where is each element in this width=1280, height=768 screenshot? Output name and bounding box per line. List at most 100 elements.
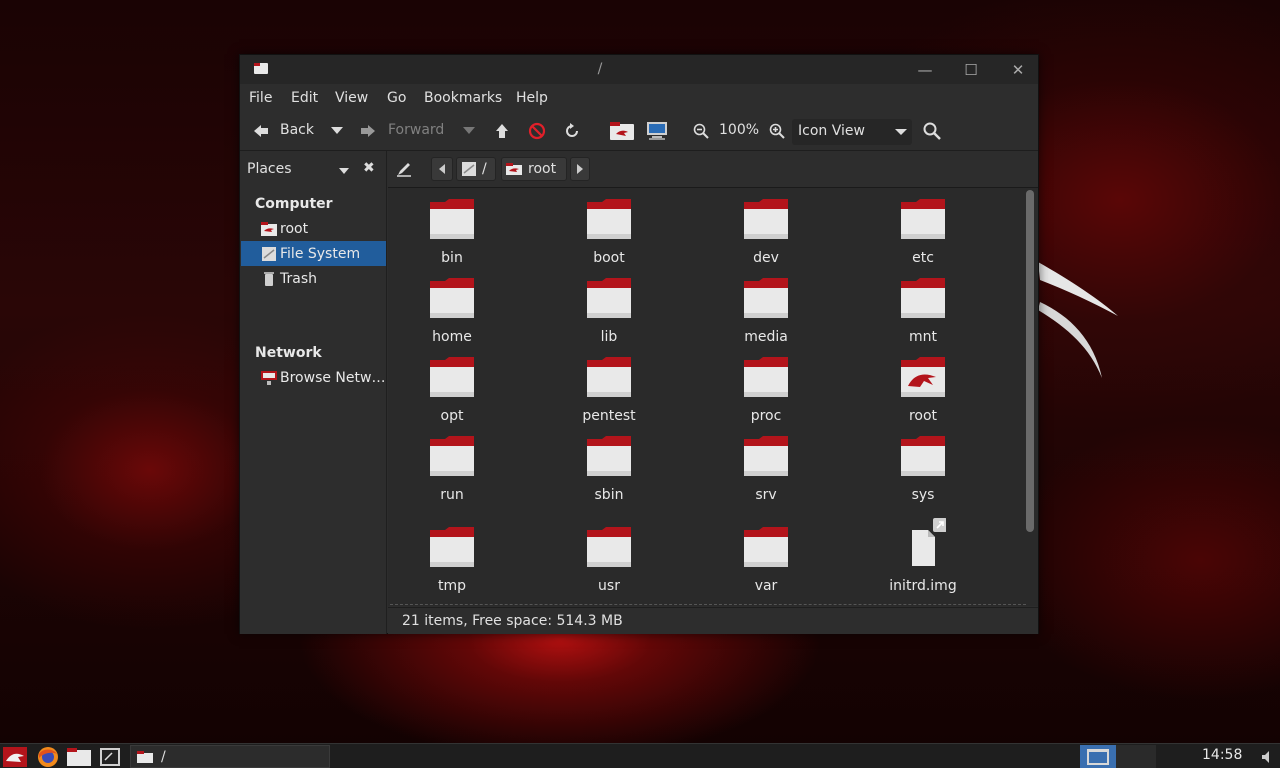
file-item-lib[interactable]: lib bbox=[544, 277, 674, 345]
home-folder-icon[interactable] bbox=[610, 121, 634, 141]
path-segment-label: / bbox=[482, 161, 487, 177]
symlink-file-icon bbox=[912, 518, 946, 566]
section-computer: Computer bbox=[255, 196, 333, 212]
file-item-var[interactable]: var bbox=[701, 526, 831, 594]
sidebar-item-browse-network[interactable]: Browse Netw… bbox=[241, 365, 386, 390]
close-icon[interactable]: ✖ bbox=[363, 160, 375, 176]
reload-icon[interactable] bbox=[562, 121, 582, 141]
taskbar-window-button[interactable]: / bbox=[130, 745, 330, 768]
folder-icon bbox=[587, 436, 631, 476]
up-arrow-icon[interactable] bbox=[492, 121, 512, 141]
file-item-tmp[interactable]: tmp bbox=[388, 526, 517, 594]
back-history-dropdown-icon[interactable] bbox=[327, 121, 347, 141]
forward-arrow-icon[interactable] bbox=[358, 121, 378, 141]
path-scroll-left-button[interactable] bbox=[431, 157, 453, 181]
file-item-label: media bbox=[744, 329, 788, 345]
file-item-label: run bbox=[440, 487, 464, 503]
file-manager-launcher-icon[interactable] bbox=[66, 746, 92, 767]
file-item-usr[interactable]: usr bbox=[544, 526, 674, 594]
workspace-switcher-inactive[interactable] bbox=[1116, 745, 1156, 768]
file-item-label: bin bbox=[441, 250, 463, 266]
home-folder-icon bbox=[261, 221, 277, 236]
file-item-label: pentest bbox=[582, 408, 636, 424]
edit-location-icon[interactable] bbox=[394, 159, 414, 179]
file-item-proc[interactable]: proc bbox=[701, 356, 831, 424]
file-item-label: sys bbox=[911, 487, 935, 503]
vertical-scrollbar[interactable] bbox=[1026, 190, 1034, 532]
file-item-sbin[interactable]: sbin bbox=[544, 435, 674, 503]
sidebar-item-label: File System bbox=[280, 245, 361, 262]
drive-icon bbox=[462, 162, 476, 176]
folder-icon bbox=[744, 199, 788, 239]
folder-icon bbox=[430, 357, 474, 397]
file-item-pentest[interactable]: pentest bbox=[544, 356, 674, 424]
zoom-out-icon[interactable] bbox=[691, 121, 711, 141]
file-item-dev[interactable]: dev bbox=[701, 198, 831, 266]
sidebar-item-label: root bbox=[280, 220, 309, 237]
places-dropdown-icon[interactable] bbox=[339, 168, 349, 174]
file-item-label: tmp bbox=[437, 578, 466, 594]
folder-icon bbox=[901, 199, 945, 239]
file-item-label: sbin bbox=[594, 487, 624, 503]
firefox-icon[interactable] bbox=[36, 746, 60, 767]
path-segment-root-fs[interactable]: / bbox=[456, 157, 496, 181]
folder-icon bbox=[744, 278, 788, 318]
file-item-root[interactable]: root bbox=[858, 356, 988, 424]
file-item-home[interactable]: home bbox=[388, 277, 517, 345]
file-item-run[interactable]: run bbox=[388, 435, 517, 503]
file-item-sys[interactable]: sys bbox=[858, 435, 988, 503]
folder-icon bbox=[744, 527, 788, 567]
zoom-level: 100% bbox=[719, 122, 760, 138]
menu-help[interactable]: Help bbox=[516, 90, 548, 106]
sidebar-item-trash[interactable]: Trash bbox=[241, 266, 386, 291]
sidebar-item-root[interactable]: root bbox=[241, 216, 386, 241]
path-segment-root[interactable]: root bbox=[501, 157, 567, 181]
file-item-bin[interactable]: bin bbox=[388, 198, 517, 266]
file-item-label: var bbox=[754, 578, 778, 594]
clock[interactable]: 14:58 bbox=[1202, 747, 1242, 763]
file-item-boot[interactable]: boot bbox=[544, 198, 674, 266]
file-item-etc[interactable]: etc bbox=[858, 198, 988, 266]
file-item-opt[interactable]: opt bbox=[388, 356, 517, 424]
file-item-label: opt bbox=[440, 408, 464, 424]
close-button[interactable]: ✕ bbox=[1005, 58, 1031, 82]
minimize-button[interactable]: — bbox=[912, 58, 938, 82]
section-network: Network bbox=[255, 345, 322, 361]
path-scroll-right-button[interactable] bbox=[570, 157, 590, 181]
file-item-label: boot bbox=[593, 250, 625, 266]
file-icon-view: bin boot dev etc home lib media mnt opt pentest pr… bbox=[388, 187, 1038, 606]
menu-bookmarks[interactable]: Bookmarks bbox=[424, 90, 502, 106]
places-header: Places bbox=[247, 161, 292, 177]
folder-icon bbox=[744, 436, 788, 476]
forward-button[interactable]: Forward bbox=[388, 122, 444, 138]
folder-icon bbox=[587, 527, 631, 567]
menu-file[interactable]: File bbox=[249, 90, 272, 106]
menu-view[interactable]: View bbox=[335, 90, 368, 106]
search-icon[interactable] bbox=[922, 121, 942, 141]
file-item-label: mnt bbox=[909, 329, 937, 345]
file-item-media[interactable]: media bbox=[701, 277, 831, 345]
file-item-label: etc bbox=[912, 250, 934, 266]
view-mode-select[interactable]: Icon View bbox=[792, 119, 912, 145]
home-folder-icon bbox=[506, 163, 522, 175]
back-button[interactable]: Back bbox=[280, 122, 314, 138]
file-item-srv[interactable]: srv bbox=[701, 435, 831, 503]
file-item-initrd-img[interactable]: initrd.img bbox=[858, 518, 988, 594]
maximize-button[interactable]: ☐ bbox=[958, 58, 984, 82]
volume-icon[interactable] bbox=[1259, 746, 1277, 767]
file-item-mnt[interactable]: mnt bbox=[858, 277, 988, 345]
kali-menu-icon[interactable] bbox=[2, 746, 28, 767]
terminal-icon[interactable] bbox=[98, 746, 122, 767]
menu-go[interactable]: Go bbox=[387, 90, 406, 106]
computer-icon[interactable] bbox=[645, 121, 669, 141]
sidebar-item-file-system[interactable]: File System bbox=[241, 241, 386, 266]
zoom-in-icon[interactable] bbox=[767, 121, 787, 141]
forward-history-dropdown-icon[interactable] bbox=[459, 121, 479, 141]
folder-icon bbox=[430, 199, 474, 239]
file-item-label: usr bbox=[598, 578, 620, 594]
menu-edit[interactable]: Edit bbox=[291, 90, 318, 106]
workspace-switcher-active[interactable] bbox=[1080, 745, 1116, 768]
back-arrow-icon[interactable] bbox=[251, 121, 271, 141]
stop-icon[interactable] bbox=[527, 121, 547, 141]
file-item-label: lib bbox=[600, 329, 618, 345]
